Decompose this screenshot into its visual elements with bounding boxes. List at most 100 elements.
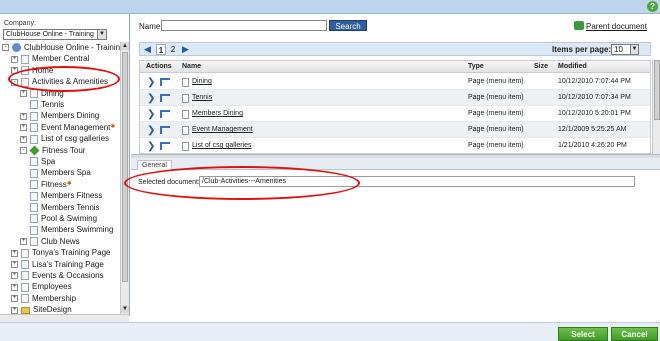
- expand-icon[interactable]: +: [11, 306, 18, 314]
- expand-icon[interactable]: +: [11, 67, 18, 75]
- tree-structure-icon[interactable]: [160, 78, 170, 86]
- select-arrow-icon[interactable]: ❯: [147, 78, 155, 88]
- tree-node[interactable]: + Events & Occasions: [11, 270, 104, 281]
- tree-node[interactable]: Tennis: [20, 99, 64, 110]
- tree-node[interactable]: + Members Dining: [20, 110, 99, 121]
- help-icon[interactable]: ?: [647, 1, 658, 12]
- expand-icon[interactable]: +: [11, 260, 18, 268]
- grid-scroll-thumb[interactable]: [654, 60, 660, 120]
- expand-icon[interactable]: +: [11, 295, 18, 303]
- document-name-link[interactable]: Event Management: [192, 126, 253, 133]
- expand-icon[interactable]: +: [11, 283, 18, 291]
- tree-node[interactable]: + Member Central: [11, 53, 89, 64]
- document-name-link[interactable]: Members Dining: [192, 110, 243, 117]
- column-actions[interactable]: Actions: [146, 63, 172, 70]
- column-size[interactable]: Size: [534, 63, 548, 70]
- page-1[interactable]: 1: [156, 44, 166, 55]
- tree-node[interactable]: Spa: [20, 156, 55, 167]
- expand-icon[interactable]: +: [11, 249, 18, 257]
- select-arrow-icon[interactable]: ❯: [147, 110, 155, 120]
- tree-node[interactable]: + Home: [11, 65, 53, 76]
- tree-node[interactable]: Members Fitness: [20, 190, 102, 201]
- expand-icon[interactable]: +: [11, 272, 18, 280]
- name-search-input[interactable]: [161, 20, 327, 31]
- company-select[interactable]: ClubHouse Online - Training ▼: [3, 29, 107, 40]
- page-icon: [30, 123, 38, 133]
- expand-icon[interactable]: +: [20, 89, 27, 97]
- expand-icon[interactable]: +: [20, 124, 27, 132]
- tree-vertical-scrollbar[interactable]: ▲ ▼: [120, 42, 129, 314]
- scroll-up-icon[interactable]: ▲: [121, 42, 129, 50]
- page-icon: [21, 54, 29, 64]
- table-row[interactable]: ❯ Event Management Page (menu item) 12/1/20…: [140, 122, 650, 138]
- collapse-icon[interactable]: -: [20, 146, 27, 154]
- tree-node[interactable]: + SiteDesign: [11, 304, 72, 314]
- chevron-down-icon[interactable]: ▼: [97, 30, 106, 39]
- selected-document-field[interactable]: /Club-Activities---Amenities: [199, 176, 635, 187]
- selected-document-label: Selected document:: [138, 179, 200, 186]
- page-2[interactable]: 2: [168, 44, 178, 55]
- tree-structure-icon[interactable]: [160, 142, 170, 150]
- tree-node[interactable]: + Dining: [20, 88, 64, 99]
- tree-node[interactable]: - Fitness Tour: [20, 145, 85, 156]
- parent-document-link[interactable]: Parent document: [586, 22, 647, 31]
- page-icon: [30, 157, 38, 167]
- table-row[interactable]: ❯ Members Dining Page (menu item) 10/12/201…: [140, 106, 650, 122]
- column-name[interactable]: Name: [182, 63, 201, 70]
- tree-node[interactable]: + List of csg galleries: [20, 133, 109, 144]
- select-arrow-icon[interactable]: ❯: [147, 126, 155, 136]
- properties-tabs: General: [131, 158, 660, 170]
- collapse-icon[interactable]: -: [2, 44, 9, 52]
- tree-node[interactable]: Members Tennis: [20, 202, 100, 213]
- tree-node[interactable]: - ClubHouse Online - Training: [2, 42, 120, 53]
- tree-node[interactable]: + Club News: [20, 236, 80, 247]
- column-modified[interactable]: Modified: [558, 63, 587, 70]
- tree-node[interactable]: + Membership: [11, 293, 76, 304]
- grid-vertical-scrollbar[interactable]: [652, 60, 660, 154]
- expand-icon[interactable]: +: [11, 55, 18, 63]
- scroll-thumb[interactable]: [122, 52, 128, 282]
- tree-node[interactable]: + Tonya's Training Page: [11, 247, 110, 258]
- tab-general[interactable]: General: [137, 160, 172, 170]
- page-icon: [182, 142, 189, 151]
- tree-node[interactable]: Pool & Swiming: [20, 213, 97, 224]
- tree-node[interactable]: Members Swimming: [20, 224, 113, 235]
- document-name-link[interactable]: List of csg galleries: [192, 142, 252, 149]
- select-arrow-icon[interactable]: ❯: [147, 94, 155, 104]
- expand-icon[interactable]: +: [20, 135, 27, 143]
- chevron-down-icon[interactable]: ▼: [630, 45, 638, 54]
- next-page-icon[interactable]: ▶: [182, 44, 189, 55]
- cancel-button[interactable]: Cancel: [611, 327, 658, 341]
- column-type[interactable]: Type: [468, 63, 484, 70]
- parent-document-icon[interactable]: [574, 21, 584, 30]
- collapse-icon[interactable]: -: [11, 78, 18, 86]
- page-icon: [30, 111, 38, 121]
- tree-node[interactable]: + Employees: [11, 281, 72, 292]
- tree-structure-icon[interactable]: [160, 110, 170, 118]
- tree-node[interactable]: + Lisa's Training Page: [11, 259, 104, 270]
- prev-page-icon[interactable]: ◀: [144, 44, 151, 55]
- items-per-page-select[interactable]: 10 ▼: [611, 44, 639, 55]
- tree-node[interactable]: + Event Management✱: [20, 122, 115, 133]
- tree-node[interactable]: Fitness✱: [20, 179, 72, 190]
- table-row[interactable]: ❯ Tennis Page (menu item) 10/12/2010 7:07:3…: [140, 90, 650, 106]
- table-row[interactable]: ❯ List of csg galleries Page (menu item) 1/…: [140, 138, 650, 153]
- tree-node[interactable]: - Activities & Amenities: [11, 76, 109, 87]
- expand-icon[interactable]: +: [20, 112, 27, 120]
- tree-horizontal-scrollbar[interactable]: [0, 314, 129, 322]
- scroll-down-icon[interactable]: ▼: [121, 305, 129, 313]
- document-modified: 10/12/2010 7:07:34 PM: [558, 94, 631, 101]
- document-modified: 1/21/2010 4:26:20 PM: [558, 142, 627, 149]
- select-button[interactable]: Select: [558, 327, 608, 341]
- tree-structure-icon[interactable]: [160, 94, 170, 102]
- select-arrow-icon[interactable]: ❯: [147, 142, 155, 152]
- tree-structure-icon[interactable]: [160, 126, 170, 134]
- page-icon: [21, 271, 29, 281]
- document-name-link[interactable]: Tennis: [192, 94, 212, 101]
- expand-icon[interactable]: +: [20, 238, 27, 246]
- tree-node[interactable]: Members Spa: [20, 167, 91, 178]
- tree-node-label: Dining: [41, 88, 64, 98]
- table-row[interactable]: ❯ Dining Page (menu item) 10/12/2010 7:07:4…: [140, 74, 650, 90]
- search-button[interactable]: Search: [329, 20, 367, 31]
- document-name-link[interactable]: Dining: [192, 78, 212, 85]
